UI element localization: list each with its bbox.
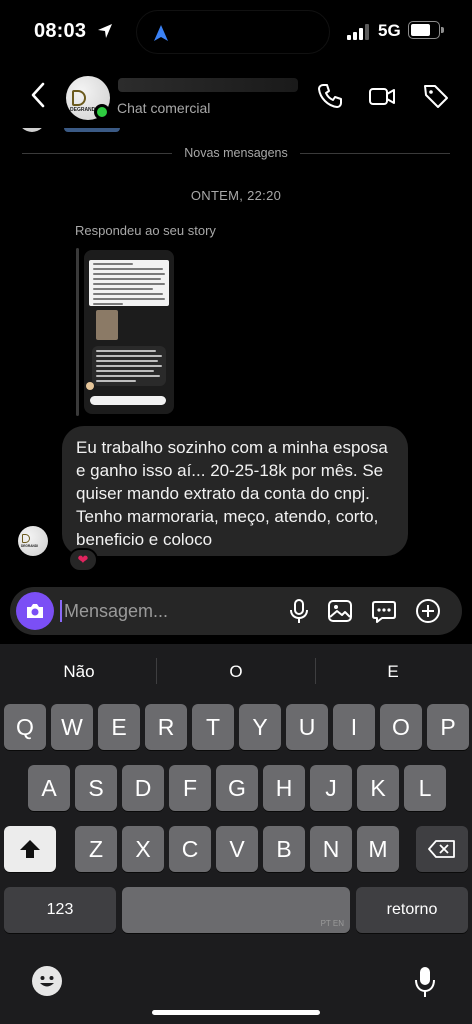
- microphone-icon[interactable]: [286, 598, 312, 624]
- navigation-arrow-icon: [154, 25, 168, 41]
- clock: 08:03: [34, 20, 87, 42]
- logo-mark: [22, 534, 30, 543]
- home-indicator: [152, 1010, 320, 1015]
- suggestion-3[interactable]: E: [318, 662, 468, 682]
- story-dark-card: [92, 346, 166, 386]
- new-messages-divider: Novas mensagens: [0, 146, 472, 160]
- suggestion-bar: Não O E: [0, 644, 472, 698]
- message-bubble[interactable]: Eu trabalho sozinho com a minha esposa e…: [62, 426, 408, 556]
- key-m[interactable]: M: [357, 826, 399, 872]
- message-timestamp: ONTEM, 22:20: [190, 188, 282, 203]
- previous-avatar: [18, 128, 46, 132]
- previous-media: [64, 128, 120, 132]
- chat-subtitle: Chat comercial: [117, 100, 211, 116]
- key-q[interactable]: Q: [4, 704, 46, 750]
- heart-reaction[interactable]: ❤: [68, 548, 98, 572]
- key-l[interactable]: L: [404, 765, 446, 811]
- key-p[interactable]: P: [427, 704, 469, 750]
- story-reply-box: [90, 396, 166, 405]
- battery-icon: [408, 21, 444, 39]
- avatar-logo-text: DEGRANDI: [70, 107, 97, 113]
- message-composer: [10, 587, 462, 635]
- shift-arrow-icon: [20, 840, 40, 858]
- dynamic-island: [136, 10, 330, 54]
- suggestion-separator: [315, 658, 316, 684]
- chat-header: DEGRANDI Chat comercial: [0, 64, 472, 128]
- suggestion-1[interactable]: Não: [4, 662, 154, 682]
- key-u[interactable]: U: [286, 704, 328, 750]
- key-i[interactable]: I: [333, 704, 375, 750]
- contact-name-redacted[interactable]: [118, 78, 298, 92]
- key-k[interactable]: K: [357, 765, 399, 811]
- story-mini-avatar: [86, 382, 94, 390]
- key-g[interactable]: G: [216, 765, 258, 811]
- story-photo: [96, 310, 118, 340]
- backspace-icon: [428, 840, 455, 858]
- suggestion-2[interactable]: O: [161, 662, 311, 682]
- shift-key[interactable]: [4, 826, 56, 872]
- dictation-microphone-icon[interactable]: [414, 966, 436, 998]
- location-arrow-icon: [98, 24, 112, 38]
- camera-button[interactable]: [16, 592, 54, 630]
- key-b[interactable]: B: [263, 826, 305, 872]
- key-a[interactable]: A: [28, 765, 70, 811]
- suggestion-separator: [156, 658, 157, 684]
- message-input[interactable]: [64, 593, 274, 629]
- key-e[interactable]: E: [98, 704, 140, 750]
- emoji-icon: [40, 976, 54, 987]
- key-x[interactable]: X: [122, 826, 164, 872]
- key-f[interactable]: F: [169, 765, 211, 811]
- battery-fill: [411, 24, 430, 36]
- message-thread[interactable]: Novas mensagens ONTEM, 22:20 Respondeu a…: [0, 128, 472, 580]
- sender-avatar[interactable]: DEGRANDI: [18, 526, 48, 556]
- gallery-icon[interactable]: [327, 598, 353, 624]
- key-j[interactable]: J: [310, 765, 352, 811]
- camera-icon: [27, 604, 43, 618]
- key-y[interactable]: Y: [239, 704, 281, 750]
- text-caret: [60, 600, 62, 622]
- online-status-dot: [94, 104, 110, 120]
- back-chevron-icon[interactable]: [26, 80, 50, 110]
- status-bar: 08:03 5G: [0, 0, 472, 64]
- sticker-icon[interactable]: [371, 598, 397, 624]
- network-type: 5G: [378, 21, 401, 40]
- tag-icon[interactable]: [422, 82, 450, 110]
- space-language-label: PT EN: [320, 919, 344, 928]
- delete-key[interactable]: [416, 826, 468, 872]
- key-w[interactable]: W: [51, 704, 93, 750]
- key-r[interactable]: R: [145, 704, 187, 750]
- key-o[interactable]: O: [380, 704, 422, 750]
- story-reply-label: Respondeu ao seu story: [75, 223, 216, 238]
- story-text-card: [89, 260, 169, 306]
- cellular-signal-icon: [347, 24, 369, 40]
- key-z[interactable]: Z: [75, 826, 117, 872]
- key-s[interactable]: S: [75, 765, 117, 811]
- key-c[interactable]: C: [169, 826, 211, 872]
- key-n[interactable]: N: [310, 826, 352, 872]
- numbers-key[interactable]: 123: [4, 887, 116, 933]
- key-h[interactable]: H: [263, 765, 305, 811]
- new-messages-label: Novas mensagens: [174, 146, 298, 160]
- reply-indicator-bar: [76, 248, 79, 416]
- key-t[interactable]: T: [192, 704, 234, 750]
- logo-mark: [72, 90, 86, 106]
- keyboard: Não O E Q W E R T Y U I O P A S D F G H …: [0, 644, 472, 1024]
- space-key[interactable]: PT EN: [122, 887, 350, 933]
- story-thumbnail[interactable]: [84, 250, 174, 414]
- key-v[interactable]: V: [216, 826, 258, 872]
- add-circle-icon[interactable]: [415, 598, 441, 624]
- key-d[interactable]: D: [122, 765, 164, 811]
- return-key[interactable]: retorno: [356, 887, 468, 933]
- emoji-key[interactable]: [32, 966, 62, 996]
- phone-call-icon[interactable]: [316, 82, 344, 110]
- video-call-icon[interactable]: [368, 82, 396, 110]
- sender-avatar-logo-text: DEGRANDI: [21, 544, 39, 548]
